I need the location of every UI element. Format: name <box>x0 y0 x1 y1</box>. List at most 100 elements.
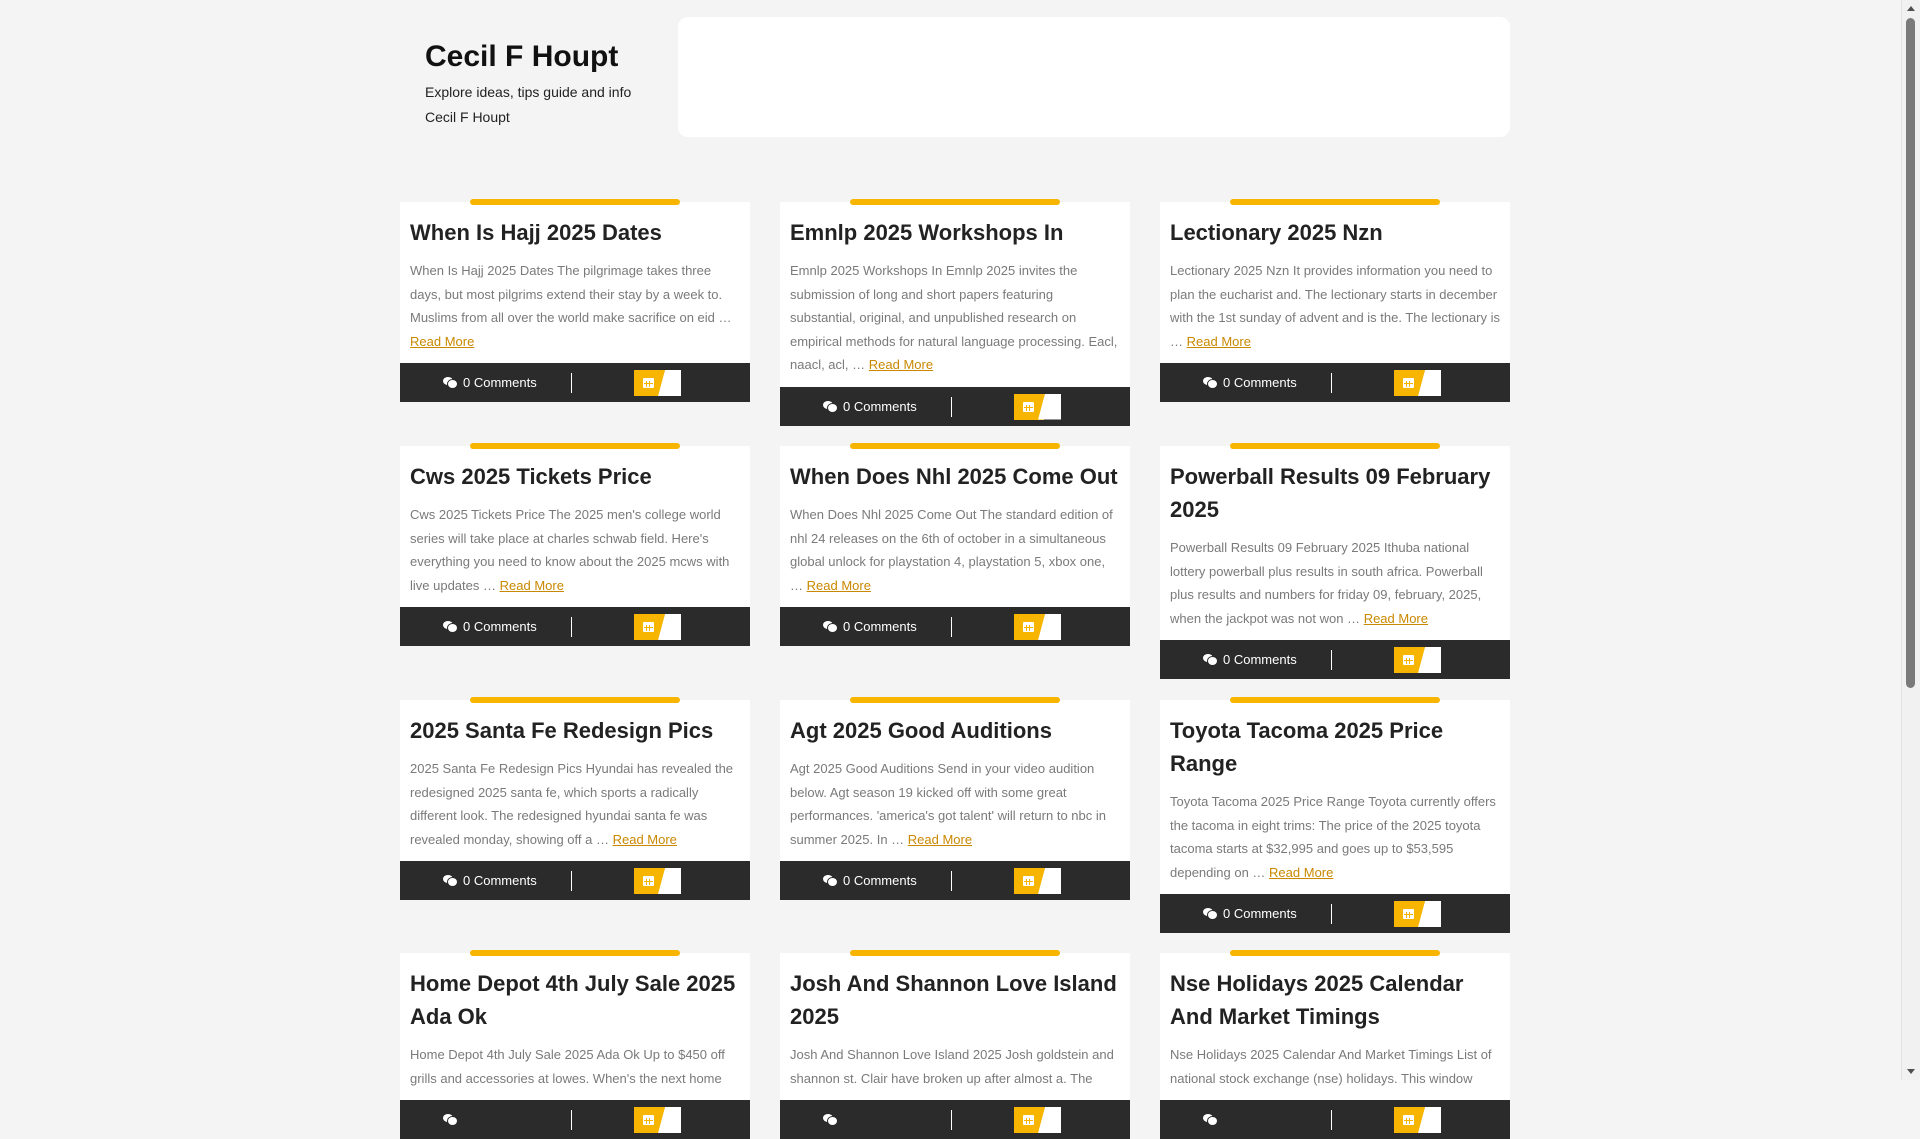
post-excerpt: Lectionary 2025 Nzn It provides informat… <box>1160 249 1510 363</box>
comments-link[interactable]: 0 Comments <box>823 387 917 426</box>
post-title[interactable]: Home Depot 4th July Sale 2025 Ada Ok <box>400 953 750 1033</box>
comments-count: 0 Comments <box>463 873 537 888</box>
date-badge[interactable] <box>634 868 681 894</box>
site-title[interactable]: Cecil F Houpt <box>425 40 618 74</box>
date-badge[interactable] <box>1394 901 1441 927</box>
post-title[interactable]: Lectionary 2025 Nzn <box>1160 202 1510 249</box>
post-excerpt-text: Cws 2025 Tickets Price The 2025 men's co… <box>410 507 730 593</box>
read-more-link[interactable]: Read More <box>1269 865 1333 880</box>
meta-divider <box>951 617 952 637</box>
post-meta-bar: 0 Comments <box>1160 363 1510 402</box>
card-accent-bar <box>850 950 1060 956</box>
read-more-link[interactable]: Read More <box>500 578 564 593</box>
post-title[interactable]: Toyota Tacoma 2025 Price Range <box>1160 700 1510 780</box>
comments-icon <box>443 377 457 388</box>
date-badge[interactable] <box>1394 647 1441 673</box>
meta-divider <box>1331 373 1332 393</box>
calendar-icon <box>643 1115 654 1125</box>
post-meta-bar: 0 Comments <box>1160 894 1510 933</box>
post-title[interactable]: When Is Hajj 2025 Dates <box>400 202 750 249</box>
date-badge[interactable] <box>1014 1107 1061 1133</box>
meta-divider <box>951 396 952 417</box>
post-title[interactable]: Nse Holidays 2025 Calendar And Market Ti… <box>1160 953 1510 1033</box>
comments-link[interactable]: 0 Comments <box>443 607 537 646</box>
header-ad-box <box>678 17 1510 137</box>
card-accent-bar <box>1230 950 1440 956</box>
date-badge[interactable] <box>1014 868 1061 894</box>
comments-link[interactable]: 0 Comments <box>1203 894 1297 933</box>
post-card: Home Depot 4th July Sale 2025 Ada Ok Home… <box>400 950 750 1139</box>
post-meta-bar <box>1160 1100 1510 1139</box>
date-badge[interactable] <box>1014 614 1061 640</box>
post-excerpt: When Does Nhl 2025 Come Out The standard… <box>780 493 1130 607</box>
calendar-icon <box>1023 1115 1034 1125</box>
post-card: Powerball Results 09 February 2025 Powerb… <box>1160 443 1510 679</box>
post-excerpt: Josh And Shannon Love Island 2025 Josh g… <box>780 1033 1130 1100</box>
comments-icon <box>1203 377 1217 388</box>
post-excerpt-text: Emnlp 2025 Workshops In Emnlp 2025 invit… <box>790 263 1118 372</box>
comments-link[interactable]: 0 Comments <box>443 861 537 900</box>
post-title[interactable]: Powerball Results 09 February 2025 <box>1160 446 1510 526</box>
read-more-link[interactable]: Read More <box>1187 334 1251 349</box>
read-more-link[interactable]: Read More <box>908 832 972 847</box>
comments-link[interactable]: 0 Comments <box>443 363 537 402</box>
post-meta-bar <box>400 1100 750 1139</box>
post-meta-bar: 0 Comments <box>400 363 750 402</box>
post-excerpt: Agt 2025 Good Auditions Send in your vid… <box>780 747 1130 861</box>
comments-count: 0 Comments <box>1223 652 1297 667</box>
comments-link[interactable]: 0 Comments <box>1203 640 1297 679</box>
calendar-icon <box>1403 909 1414 919</box>
read-more-link[interactable]: Read More <box>613 832 677 847</box>
comments-link[interactable] <box>443 1100 463 1139</box>
post-card: Lectionary 2025 Nzn Lectionary 2025 Nzn I… <box>1160 199 1510 402</box>
date-badge[interactable] <box>634 614 681 640</box>
comments-link[interactable] <box>823 1100 843 1139</box>
post-title[interactable]: 2025 Santa Fe Redesign Pics <box>400 700 750 747</box>
post-title[interactable]: Agt 2025 Good Auditions <box>780 700 1130 747</box>
post-excerpt: Powerball Results 09 February 2025 Ithub… <box>1160 526 1510 640</box>
post-meta-bar: 0 Comments <box>780 607 1130 646</box>
meta-divider <box>1331 904 1332 924</box>
card-accent-bar <box>1230 443 1440 449</box>
card-accent-bar <box>1230 697 1440 703</box>
date-badge[interactable] <box>634 370 681 396</box>
date-badge[interactable] <box>1394 1107 1441 1133</box>
post-title[interactable]: Cws 2025 Tickets Price <box>400 446 750 493</box>
meta-divider <box>571 871 572 891</box>
comments-icon <box>443 875 457 886</box>
comments-link[interactable]: 0 Comments <box>1203 363 1297 402</box>
date-badge[interactable] <box>634 1107 681 1133</box>
card-accent-bar <box>470 697 680 703</box>
date-badge[interactable] <box>1394 370 1441 396</box>
scroll-down-button[interactable] <box>1902 1063 1920 1080</box>
calendar-icon <box>643 876 654 886</box>
post-excerpt: Cws 2025 Tickets Price The 2025 men's co… <box>400 493 750 607</box>
comments-count: 0 Comments <box>843 873 917 888</box>
comments-count: 0 Comments <box>843 398 917 414</box>
read-more-link[interactable]: Read More <box>410 334 474 349</box>
scroll-up-button[interactable] <box>1902 0 1920 17</box>
calendar-icon <box>1023 876 1034 886</box>
comments-icon <box>823 621 837 632</box>
comments-link[interactable] <box>1203 1100 1223 1139</box>
scrollbar-thumb[interactable] <box>1906 18 1915 688</box>
date-badge[interactable] <box>1014 393 1061 420</box>
read-more-link[interactable]: Read More <box>807 578 871 593</box>
card-accent-bar <box>850 697 1060 703</box>
comments-link[interactable]: 0 Comments <box>823 607 917 646</box>
calendar-icon <box>1403 1115 1414 1125</box>
meta-divider <box>1331 1110 1332 1130</box>
comments-link[interactable]: 0 Comments <box>823 861 917 900</box>
comments-icon <box>823 875 837 886</box>
post-title[interactable]: When Does Nhl 2025 Come Out <box>780 446 1130 493</box>
read-more-link[interactable]: Read More <box>1364 611 1428 626</box>
site-tagline: Explore ideas, tips guide and info Cecil… <box>425 84 632 125</box>
comments-count: 0 Comments <box>843 619 917 634</box>
post-title[interactable]: Emnlp 2025 Workshops In <box>780 202 1130 249</box>
calendar-icon <box>1023 622 1034 632</box>
post-title[interactable]: Josh And Shannon Love Island 2025 <box>780 953 1130 1033</box>
vertical-scrollbar[interactable] <box>1901 0 1920 1080</box>
read-more-link[interactable]: Read More <box>869 357 933 372</box>
post-excerpt-text: 2025 Santa Fe Redesign Pics Hyundai has … <box>410 761 734 847</box>
post-meta-bar: 0 Comments <box>400 607 750 646</box>
